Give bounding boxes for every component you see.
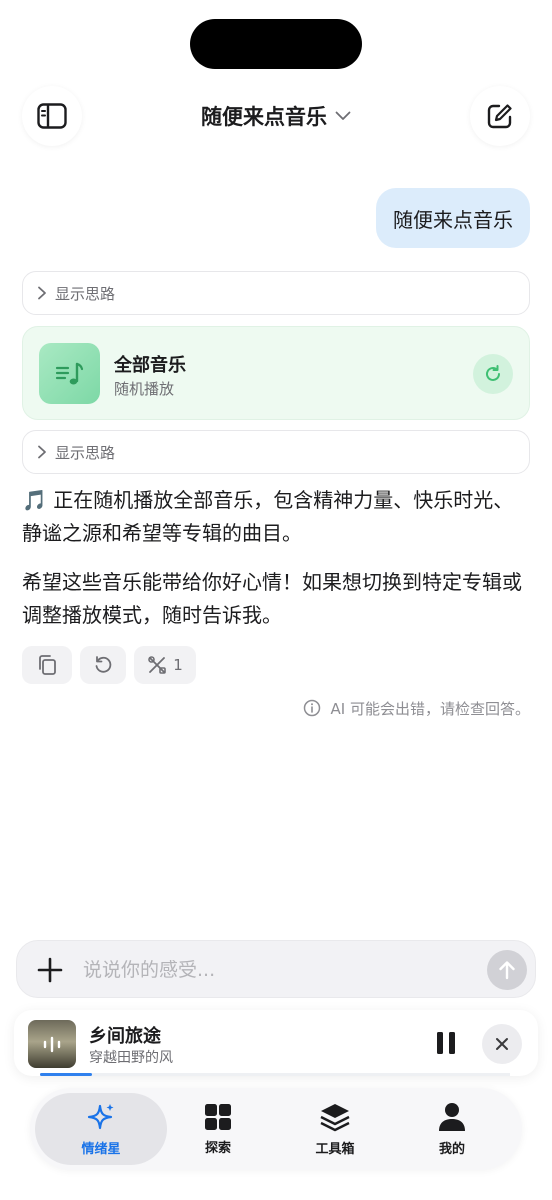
tab-explore[interactable]: 探索 — [152, 1093, 284, 1165]
copy-button[interactable] — [22, 646, 72, 684]
assistant-paragraph-2: 希望这些音乐能带给你好心情！如果想切换到特定专辑或调整播放模式，随时告诉我。 — [22, 570, 522, 627]
chevron-right-icon — [38, 286, 46, 300]
reshuffle-button[interactable] — [473, 354, 513, 394]
tools-icon — [148, 656, 167, 674]
bottom-tab-bar: 情绪星 探索 工具箱 我的 — [30, 1088, 522, 1170]
disclaimer-text: AI 可能会出错，请检查回答。 — [330, 699, 530, 718]
music-playback-card[interactable]: 全部音乐 随机播放 — [22, 326, 530, 420]
show-reasoning-label: 显示思路 — [55, 443, 116, 462]
audio-wave-icon — [43, 1036, 61, 1053]
album-art — [28, 1020, 76, 1068]
info-icon — [303, 699, 320, 717]
tab-mood-star[interactable]: 情绪星 — [35, 1093, 167, 1165]
assistant-paragraph-1: 🎵 正在随机播放全部音乐，包含精神力量、快乐时光、静谧之源和希望等专辑的曲目。 — [22, 488, 514, 545]
tab-toolbox[interactable]: 工具箱 — [269, 1093, 401, 1165]
tab-label: 工具箱 — [315, 1141, 355, 1157]
chevron-right-icon — [38, 445, 46, 459]
message-input[interactable] — [83, 951, 463, 989]
track-subtitle: 穿越田野的风 — [89, 1050, 173, 1066]
regenerate-button[interactable] — [80, 646, 126, 684]
user-message-text: 随便来点音乐 — [393, 207, 513, 232]
tab-label: 我的 — [438, 1141, 465, 1157]
tab-profile[interactable]: 我的 — [386, 1093, 518, 1165]
music-list-icon — [55, 362, 83, 384]
plus-icon[interactable] — [35, 955, 65, 985]
arrow-up-icon — [499, 961, 515, 980]
playback-progress[interactable] — [40, 1073, 510, 1076]
tab-label: 探索 — [204, 1140, 231, 1156]
show-reasoning-label: 显示思路 — [55, 284, 116, 303]
tools-used-button[interactable]: 1 — [134, 646, 196, 684]
user-message-bubble: 随便来点音乐 — [376, 188, 530, 248]
playlist-mode: 随机播放 — [114, 380, 175, 398]
copy-icon — [39, 655, 56, 675]
regenerate-icon — [95, 656, 112, 673]
new-chat-button[interactable] — [470, 86, 530, 146]
person-icon — [439, 1102, 465, 1131]
grid-icon — [205, 1103, 231, 1130]
playlist-thumbnail — [39, 343, 100, 404]
ai-disclaimer: AI 可能会出错，请检查回答。 — [303, 696, 530, 720]
sparkle-icon — [87, 1103, 114, 1129]
close-icon — [496, 1038, 508, 1050]
playback-progress-fill — [40, 1073, 92, 1076]
edit-icon — [487, 104, 512, 129]
mini-player[interactable]: 乡间旅途 穿越田野的风 — [14, 1010, 538, 1076]
layers-icon — [320, 1103, 350, 1131]
pause-icon[interactable] — [434, 1030, 458, 1056]
message-composer — [16, 940, 536, 998]
show-reasoning-toggle-2[interactable]: 显示思路 — [22, 430, 530, 474]
page-title: 随便来点音乐 — [201, 105, 327, 129]
tools-count: 1 — [173, 656, 183, 674]
dynamic-island — [190, 19, 362, 69]
close-player-button[interactable] — [482, 1024, 522, 1064]
playlist-title: 全部音乐 — [114, 355, 186, 376]
show-reasoning-toggle[interactable]: 显示思路 — [22, 271, 530, 315]
tab-label: 情绪星 — [81, 1141, 121, 1157]
refresh-icon — [486, 365, 500, 381]
chevron-down-icon — [335, 111, 351, 120]
send-button[interactable] — [487, 950, 527, 990]
track-title: 乡间旅途 — [89, 1026, 161, 1047]
